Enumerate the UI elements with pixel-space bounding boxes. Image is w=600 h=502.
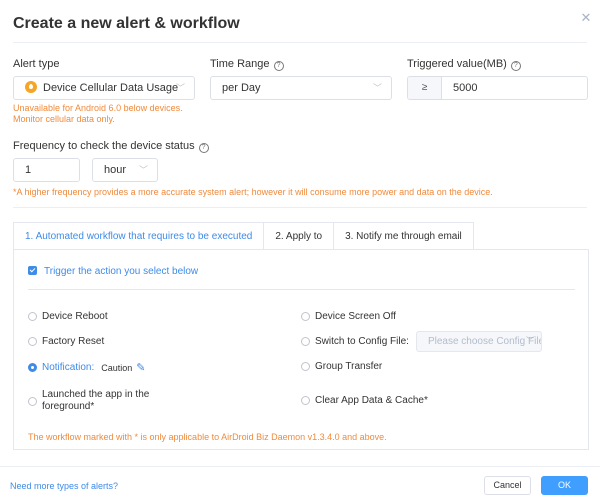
frequency-value-input[interactable]: 1 (13, 158, 80, 182)
operator-prefix: ≥ (408, 77, 442, 99)
option-label: Factory Reset (42, 336, 105, 347)
alert-type-value: Device Cellular Data Usage (43, 82, 179, 94)
cancel-button[interactable]: Cancel (484, 476, 531, 495)
config-file-placeholder: Please choose Config File (427, 336, 542, 347)
tab-notify-email[interactable]: 3. Notify me through email (334, 222, 474, 250)
trigger-action-label: Trigger the action you select below (44, 266, 199, 277)
option-label: Switch to Config File: (315, 336, 409, 347)
radio-icon[interactable] (301, 337, 310, 346)
workflow-footnote: The workflow marked with * is only appli… (28, 432, 387, 442)
frequency-note: *A higher frequency provides a more accu… (13, 187, 493, 197)
time-range-select[interactable]: per Day ﹀ (210, 76, 392, 100)
chevron-down-icon: ﹀ (175, 83, 185, 93)
option-factory-reset[interactable]: Factory Reset (28, 336, 104, 347)
chevron-down-icon: ﹀ (372, 83, 382, 93)
option-label: Device Screen Off (315, 311, 396, 322)
frequency-unit-value: hour (104, 164, 127, 176)
notification-value: Caution (101, 362, 133, 373)
option-clear-app-data[interactable]: Clear App Data & Cache* (301, 395, 428, 406)
tab-apply-to[interactable]: 2. Apply to (264, 222, 335, 250)
time-range-label-text: Time Range (210, 58, 270, 70)
radio-icon[interactable] (301, 396, 310, 405)
workflow-tabs: 1. Automated workflow that requires to b… (13, 222, 474, 250)
frequency-unit-select[interactable]: hour ﹀ (92, 158, 158, 182)
option-device-reboot[interactable]: Device Reboot (28, 311, 108, 322)
option-launch-app-foreground[interactable]: Launched the app in the foreground* (28, 389, 149, 413)
section-divider (13, 207, 587, 208)
radio-selected-icon[interactable] (28, 363, 37, 372)
alert-type-select[interactable]: Device Cellular Data Usage ﹀ (13, 76, 195, 100)
option-group-transfer[interactable]: Group Transfer (301, 361, 382, 372)
option-label: Clear App Data & Cache* (315, 395, 428, 406)
more-alert-types-link[interactable]: Need more types of alerts? (10, 481, 118, 491)
cellular-data-icon (25, 81, 37, 93)
chevron-down-icon: ﹀ (525, 336, 535, 346)
radio-icon[interactable] (28, 312, 37, 321)
radio-icon[interactable] (301, 362, 310, 371)
help-icon[interactable]: ? (510, 61, 521, 71)
help-icon[interactable]: ? (273, 61, 284, 71)
close-icon[interactable]: ✕ (580, 11, 592, 24)
triggered-value-label-text: Triggered value(MB) (407, 58, 507, 70)
trigger-action-checkbox[interactable]: Trigger the action you select below (28, 266, 198, 277)
triggered-value-input[interactable]: 5000 (442, 77, 477, 99)
option-switch-config-file[interactable]: Switch to Config File: Please choose Con… (301, 331, 542, 352)
alert-type-label: Alert type (13, 58, 60, 70)
triggered-value-label: Triggered value(MB)? (407, 58, 521, 71)
footer-divider (0, 466, 600, 467)
option-label-line2: foreground* (42, 401, 95, 412)
frequency-label-text: Frequency to check the device status (13, 140, 195, 152)
triggered-value-input-group: ≥ 5000 (407, 76, 588, 100)
edit-pencil-icon[interactable]: ✎ (136, 361, 145, 374)
chevron-down-icon: ﹀ (138, 165, 148, 175)
time-range-value: per Day (222, 82, 261, 94)
option-label-line1: Launched the app in the (42, 389, 150, 400)
frequency-label: Frequency to check the device status? (13, 140, 209, 153)
time-range-label: Time Range? (210, 58, 284, 71)
option-notification[interactable]: Notification: Caution ✎ (28, 361, 146, 374)
config-file-select[interactable]: Please choose Config File ﹀ (415, 331, 542, 352)
option-label: Group Transfer (315, 361, 383, 372)
help-icon[interactable]: ? (198, 143, 209, 153)
option-label: Launched the app in the foreground* (42, 389, 149, 413)
option-device-screen-off[interactable]: Device Screen Off (301, 311, 396, 322)
checkbox-checked-icon[interactable] (28, 266, 37, 275)
panel-divider (28, 289, 575, 290)
radio-icon[interactable] (301, 312, 310, 321)
radio-icon[interactable] (28, 337, 37, 346)
radio-icon[interactable] (28, 396, 37, 406)
option-label: Notification: (42, 362, 95, 373)
create-alert-dialog: Create a new alert & workflow ✕ Alert ty… (0, 0, 600, 502)
tab-automated-workflow[interactable]: 1. Automated workflow that requires to b… (13, 222, 265, 250)
dialog-title: Create a new alert & workflow (13, 15, 240, 32)
option-label: Device Reboot (42, 311, 108, 322)
ok-button[interactable]: OK (541, 476, 588, 495)
alert-type-note: Unavailable for Android 6.0 below device… (13, 103, 183, 124)
header-divider (13, 42, 587, 43)
